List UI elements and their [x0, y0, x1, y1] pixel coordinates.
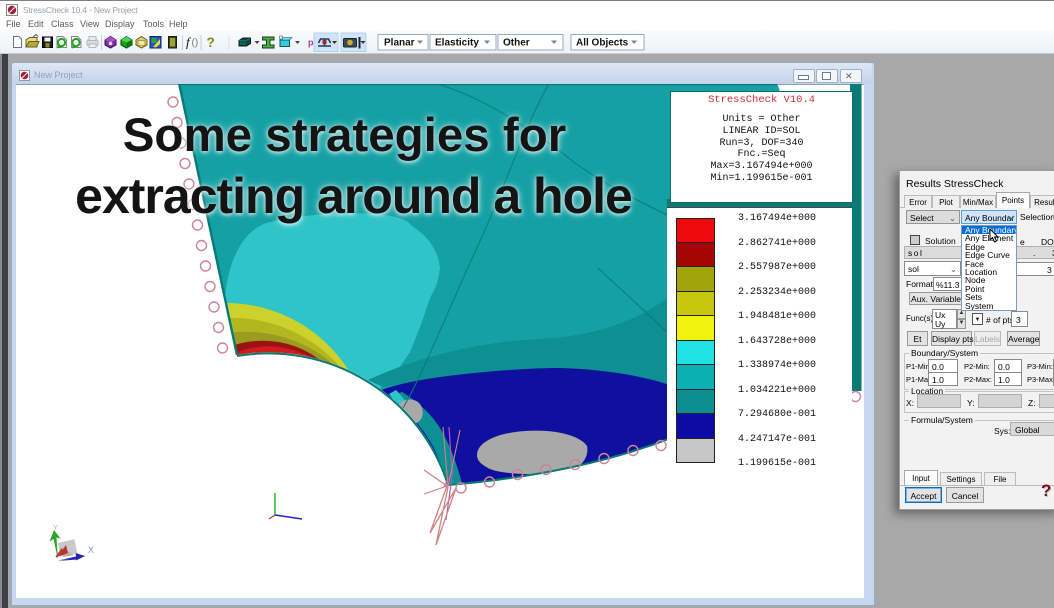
svg-text:Y: Y — [53, 523, 58, 532]
svg-text:X: X — [88, 545, 94, 555]
